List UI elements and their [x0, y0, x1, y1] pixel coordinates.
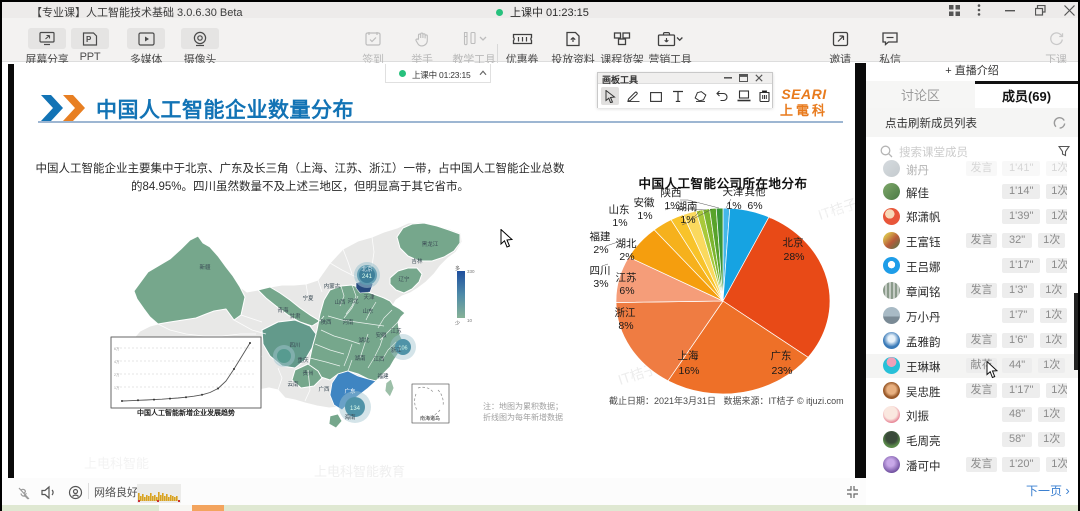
svg-text:多: 多 — [455, 265, 460, 272]
svg-text:山西: 山西 — [334, 298, 346, 306]
svg-text:福建: 福建 — [590, 230, 611, 243]
svg-text:2%: 2% — [593, 244, 608, 256]
svg-text:江苏: 江苏 — [616, 271, 637, 284]
svg-text:宁夏: 宁夏 — [302, 294, 314, 302]
svg-text:甘肃: 甘肃 — [289, 312, 301, 320]
svg-text:湖南: 湖南 — [677, 200, 698, 213]
svg-text:6万: 6万 — [114, 347, 120, 351]
svg-text:23%: 23% — [771, 365, 792, 377]
svg-text:吉林: 吉林 — [411, 257, 423, 265]
svg-text:陕西: 陕西 — [661, 186, 682, 199]
svg-text:浙江: 浙江 — [390, 346, 402, 354]
svg-text:浙江: 浙江 — [615, 307, 636, 319]
svg-text:6%: 6% — [747, 200, 762, 212]
svg-text:241: 241 — [362, 274, 373, 280]
svg-text:江苏: 江苏 — [390, 327, 402, 335]
svg-text:天津: 天津 — [723, 186, 744, 198]
svg-text:上海: 上海 — [678, 349, 699, 362]
svg-text:江西: 江西 — [373, 356, 385, 363]
svg-text:陕西: 陕西 — [320, 318, 332, 326]
svg-text:北京: 北京 — [361, 265, 373, 273]
svg-text:134: 134 — [350, 406, 361, 412]
svg-text:P: P — [86, 35, 92, 44]
svg-text:广东: 广东 — [771, 349, 792, 362]
svg-text:8%: 8% — [618, 320, 633, 332]
svg-text:其他: 其他 — [745, 185, 766, 198]
svg-text:湖北: 湖北 — [358, 336, 370, 344]
svg-text:少: 少 — [455, 321, 460, 327]
svg-text:河南: 河南 — [342, 318, 354, 326]
svg-text:4万: 4万 — [114, 360, 120, 364]
svg-text:北京: 北京 — [783, 236, 804, 249]
svg-text:内蒙古: 内蒙古 — [324, 282, 341, 290]
svg-text:截止日期：2021年3月31日 数据来源：IT桔子 ©: 截止日期：2021年3月31日 数据来源：IT桔子 © itjuzi.com — [609, 395, 844, 406]
svg-text:安徽: 安徽 — [634, 196, 655, 209]
svg-text:辽宁: 辽宁 — [398, 275, 410, 283]
svg-text:贵州: 贵州 — [302, 369, 313, 377]
svg-text:28%: 28% — [783, 251, 804, 263]
svg-text:折线图为每年新增数据: 折线图为每年新增数据 — [483, 412, 563, 422]
svg-text:海南: 海南 — [344, 413, 356, 421]
svg-text:天津: 天津 — [363, 294, 375, 301]
svg-text:16%: 16% — [678, 365, 699, 377]
svg-text:中国人工智能新增企业发展趋势: 中国人工智能新增企业发展趋势 — [137, 408, 235, 417]
svg-text:2%: 2% — [619, 251, 634, 263]
svg-text:云南: 云南 — [287, 380, 299, 388]
svg-text:3%: 3% — [593, 278, 608, 290]
svg-text:重庆: 重庆 — [297, 356, 309, 364]
svg-text:四川: 四川 — [289, 342, 300, 349]
svg-text:四川: 四川 — [590, 265, 611, 277]
svg-text:湖北: 湖北 — [616, 238, 637, 250]
svg-text:1万: 1万 — [114, 386, 120, 390]
svg-text:山东: 山东 — [609, 203, 630, 216]
svg-text:福建: 福建 — [377, 372, 389, 380]
svg-text:1%: 1% — [726, 200, 741, 212]
svg-text:2万: 2万 — [114, 373, 120, 377]
svg-text:新疆: 新疆 — [199, 263, 211, 271]
svg-text:1%: 1% — [680, 214, 695, 226]
svg-text:青海: 青海 — [277, 306, 289, 314]
svg-text:10: 10 — [467, 318, 473, 323]
svg-text:1%: 1% — [664, 200, 679, 212]
svg-text:安徽: 安徽 — [375, 331, 387, 339]
svg-text:湖南: 湖南 — [354, 354, 366, 362]
svg-text:6%: 6% — [619, 285, 634, 297]
svg-text:1%: 1% — [637, 210, 652, 222]
svg-text:广西: 广西 — [318, 385, 330, 393]
svg-text:黑龙江: 黑龙江 — [422, 240, 439, 248]
svg-text:330: 330 — [467, 269, 475, 274]
svg-text:1%: 1% — [612, 217, 627, 229]
svg-text:广东: 广东 — [344, 387, 356, 395]
svg-text:河北: 河北 — [347, 297, 359, 305]
svg-text:山东: 山东 — [362, 307, 374, 315]
svg-text:注：地图为累积数据；: 注：地图为累积数据； — [483, 401, 563, 411]
svg-text:南海诸岛: 南海诸岛 — [420, 415, 440, 422]
